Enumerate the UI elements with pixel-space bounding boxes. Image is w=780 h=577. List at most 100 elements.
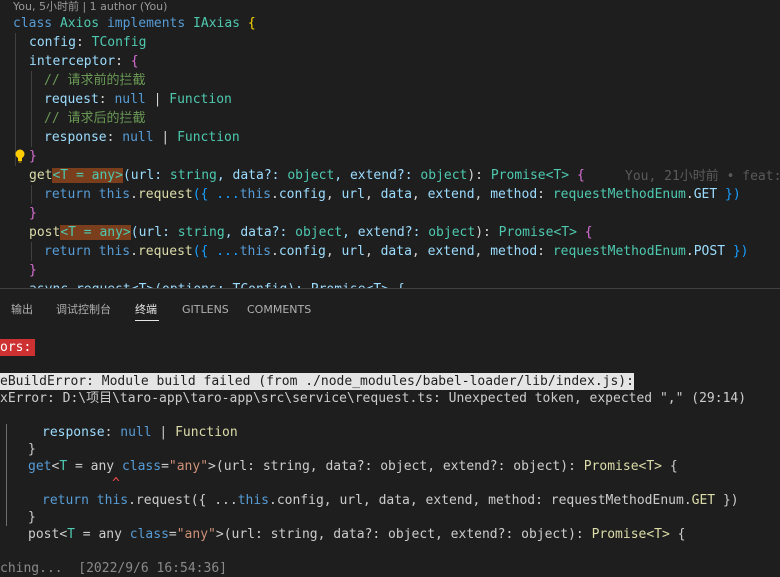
token: }): [725, 244, 749, 259]
error-highlight: <T = any>: [60, 225, 131, 240]
code-line[interactable]: response: null | Function: [44, 128, 240, 147]
token: {: [569, 168, 585, 183]
token: extend: [427, 244, 475, 259]
token: TConfig: [91, 35, 147, 50]
token: null: [122, 130, 154, 145]
token: .: [685, 187, 694, 202]
code-line[interactable]: return this.request({ ...this.config, ur…: [44, 242, 749, 261]
token: data: [380, 187, 412, 202]
code-line[interactable]: request: null | Function: [44, 90, 232, 109]
token: ({ ...: [192, 244, 240, 259]
token: Promise: [490, 168, 546, 183]
token: config: [278, 244, 326, 259]
token: request: [137, 187, 193, 202]
snippet-line: }: [28, 442, 36, 457]
code-line[interactable]: }: [29, 147, 37, 166]
token: |: [145, 92, 170, 107]
token: "any": [176, 527, 216, 542]
error-caret: ^: [112, 476, 120, 491]
indent-guide: [31, 185, 32, 204]
indent-guide: [31, 242, 32, 261]
token: |: [153, 130, 178, 145]
token: this: [98, 244, 131, 259]
code-line[interactable]: post<T = any>(url: string, data?: object…: [29, 223, 593, 242]
git-blame-annotation[interactable]: You, 21小时前 • feat:: [625, 167, 780, 186]
token: data: [380, 244, 412, 259]
token: .: [130, 244, 138, 259]
token: ,: [325, 187, 342, 202]
token: (url:: [122, 168, 170, 183]
token: {: [576, 225, 593, 240]
token: {: [130, 54, 139, 69]
code-line[interactable]: get<T = any>(url: string, data?: object,…: [29, 166, 585, 185]
token: ,: [474, 244, 491, 259]
token: object: [420, 168, 468, 183]
token: <T>: [545, 168, 570, 183]
tab-comments[interactable]: COMMENTS: [247, 301, 311, 319]
tab-debug-console[interactable]: 调试控制台: [56, 301, 111, 319]
token: get: [28, 459, 52, 474]
token: requestMethodEnum: [552, 244, 686, 259]
tab-output[interactable]: 输出: [11, 301, 33, 319]
token: :: [104, 425, 121, 440]
token: ):: [467, 168, 491, 183]
code-line[interactable]: }: [29, 204, 37, 223]
token: GET: [691, 493, 716, 508]
token: :: [75, 35, 92, 50]
token: :: [537, 244, 553, 259]
token: <T>: [638, 459, 663, 474]
token: IAxias: [193, 16, 241, 31]
token: return: [44, 244, 91, 259]
tab-gitlens[interactable]: GITLENS: [182, 301, 229, 319]
token: interceptor: [29, 54, 116, 69]
panel-tabs: 输出 调试控制台 终端 GITLENS COMMENTS: [0, 289, 780, 329]
code-editor[interactable]: You, 5小时前 | 1 author (You) class Axios i…: [0, 0, 780, 288]
token: :: [537, 187, 553, 202]
active-tab-indicator: [135, 320, 159, 321]
token: requestMethodEnum: [552, 187, 686, 202]
syntax-error-line: xError: D:\项目\taro-app\taro-app\src\serv…: [0, 391, 747, 406]
token: = any: [74, 527, 130, 542]
token: :: [98, 92, 115, 107]
snippet-gutter: [6, 424, 7, 526]
code-line-comment[interactable]: // 请求后的拦截: [44, 109, 145, 128]
error-highlight: <T = any>: [52, 168, 123, 183]
code-line[interactable]: config: TConfig: [29, 33, 146, 52]
token: response: [44, 130, 107, 145]
tab-terminal[interactable]: 终端: [135, 301, 157, 319]
token: this: [98, 187, 131, 202]
token: GET: [693, 187, 718, 202]
indent-guide: [31, 71, 32, 147]
token: =: [161, 459, 169, 474]
token: :: [115, 54, 131, 69]
token: response: [42, 425, 105, 440]
token: url: [341, 187, 365, 202]
token: , data?:: [216, 168, 288, 183]
code-line[interactable]: class Axios implements IAxias {: [13, 14, 256, 33]
code-line-comment[interactable]: // 请求前的拦截: [44, 71, 145, 90]
snippet-line: return this.request({ ...this.config, ur…: [42, 492, 739, 509]
code-line[interactable]: return this.request({ ...this.config, ur…: [44, 185, 741, 204]
token: Promise: [498, 225, 554, 240]
token: return: [42, 493, 89, 508]
token: string: [177, 225, 225, 240]
token: string: [169, 168, 217, 183]
token: ({ ...: [192, 187, 240, 202]
token: method: [490, 187, 538, 202]
token: <T>: [553, 225, 577, 240]
lightbulb-icon[interactable]: [14, 149, 26, 163]
token: , extend?:: [342, 225, 429, 240]
token: ,: [411, 244, 428, 259]
token: null: [120, 425, 152, 440]
token: Promise: [583, 459, 639, 474]
token: :: [106, 130, 123, 145]
code-line[interactable]: async request<T>(options: TConfig): Prom…: [29, 280, 405, 288]
code-line[interactable]: interceptor: {: [29, 52, 139, 71]
code-line[interactable]: }: [29, 261, 37, 280]
token: >(url: string, data?: object, extend?: o…: [215, 527, 592, 542]
codelens-authors[interactable]: You, 5小时前 | 1 author (You): [13, 0, 167, 14]
token: <T>: [646, 527, 670, 542]
token: (url:: [130, 225, 178, 240]
token: = any: [67, 459, 122, 474]
token: method: [490, 244, 538, 259]
